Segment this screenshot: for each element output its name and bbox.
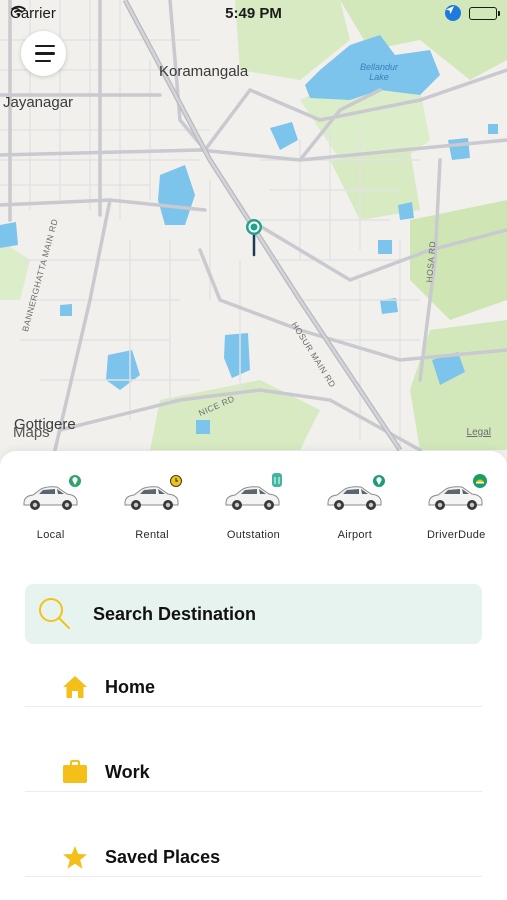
- car-icon: [426, 474, 488, 517]
- map-pin-icon: [372, 475, 385, 487]
- location-services-icon: [445, 5, 461, 21]
- service-label: DriverDude: [426, 529, 486, 541]
- map-view[interactable]: Carrier 5:49 PM Koramangala Jayanagar Go…: [0, 0, 507, 470]
- search-icon: [39, 598, 70, 629]
- legal-link[interactable]: Legal: [467, 427, 491, 438]
- home-icon: [61, 674, 88, 701]
- car-icon: [325, 475, 385, 517]
- luggage-icon: [272, 473, 283, 487]
- saved-place-work[interactable]: Work: [25, 757, 482, 787]
- search-destination-button[interactable]: Search Destination: [25, 584, 482, 644]
- saved-place-saved-places[interactable]: Saved Places: [25, 842, 482, 872]
- saved-place-label: Home: [105, 676, 156, 697]
- map-label-koramangala: Koramangala: [159, 63, 249, 80]
- briefcase-icon: [61, 759, 88, 786]
- divider: [25, 876, 482, 877]
- divider: [25, 706, 482, 707]
- search-label: Search Destination: [93, 603, 257, 624]
- service-options: Local Rental Outstation Airport DriverDu…: [0, 473, 507, 541]
- status-time: 5:49 PM: [225, 5, 282, 22]
- service-label: Outstation: [226, 529, 281, 541]
- map-label-jayanagar: Jayanagar: [3, 94, 74, 111]
- divider: [25, 791, 482, 792]
- map-pin-icon: [68, 475, 81, 487]
- car-icon: [223, 473, 283, 517]
- bottom-sheet: Local Rental Outstation Airport DriverDu…: [0, 451, 507, 900]
- saved-place-label: Work: [105, 761, 150, 782]
- status-bar: Carrier 5:49 PM: [0, 0, 507, 28]
- clock-icon: [170, 475, 183, 487]
- service-label: Rental: [135, 529, 169, 541]
- map-pin-icon: [246, 219, 262, 257]
- service-airport[interactable]: Airport: [304, 475, 405, 541]
- service-label: Airport: [337, 529, 373, 541]
- car-icon: [21, 475, 81, 517]
- status-right-icons: [445, 5, 500, 21]
- service-rental[interactable]: Rental: [101, 475, 202, 541]
- apple-maps-logo: Maps: [13, 424, 50, 441]
- service-outstation[interactable]: Outstation: [203, 473, 304, 541]
- map-label-bellandur-lake: Bellandur Lake: [360, 62, 399, 82]
- star-icon: [61, 844, 88, 871]
- menu-button[interactable]: [21, 31, 66, 76]
- service-label: Local: [36, 529, 65, 541]
- hamburger-icon: [34, 44, 55, 48]
- car-icon: [122, 475, 183, 517]
- saved-place-label: Saved Places: [105, 846, 221, 867]
- saved-place-home[interactable]: Home: [25, 672, 482, 702]
- service-local[interactable]: Local: [0, 475, 101, 541]
- battery-icon: [469, 6, 500, 20]
- service-driverdude[interactable]: DriverDude: [406, 474, 507, 541]
